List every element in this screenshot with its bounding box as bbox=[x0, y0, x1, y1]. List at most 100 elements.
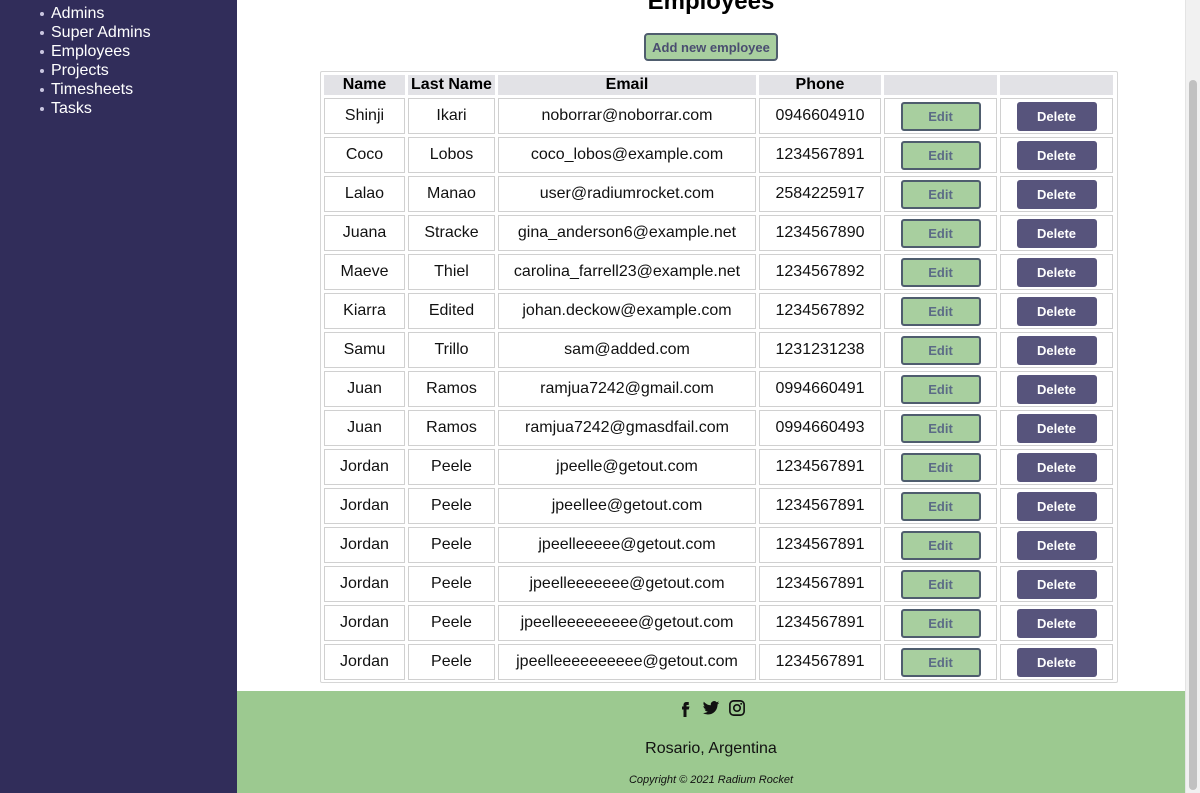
twitter-icon[interactable] bbox=[702, 699, 720, 717]
cell-edit: Edit bbox=[884, 176, 997, 212]
cell-edit: Edit bbox=[884, 215, 997, 251]
edit-button[interactable]: Edit bbox=[900, 569, 981, 599]
delete-button[interactable]: Delete bbox=[1016, 647, 1097, 677]
edit-button[interactable]: Edit bbox=[900, 374, 981, 404]
edit-button[interactable]: Edit bbox=[900, 491, 981, 521]
header-name: Name bbox=[324, 75, 405, 95]
delete-button[interactable]: Delete bbox=[1016, 101, 1097, 131]
cell-name: Juan bbox=[324, 410, 405, 446]
facebook-icon[interactable] bbox=[676, 699, 694, 717]
cell-email: gina_anderson6@example.net bbox=[498, 215, 756, 251]
cell-phone: 0994660493 bbox=[759, 410, 881, 446]
edit-button[interactable]: Edit bbox=[900, 101, 981, 131]
delete-button[interactable]: Delete bbox=[1016, 179, 1097, 209]
delete-button[interactable]: Delete bbox=[1016, 530, 1097, 560]
edit-button[interactable]: Edit bbox=[900, 257, 981, 287]
cell-delete: Delete bbox=[1000, 488, 1113, 524]
delete-button[interactable]: Delete bbox=[1016, 413, 1097, 443]
cell-delete: Delete bbox=[1000, 98, 1113, 134]
sidebar: Admins Super Admins Employees Projects T… bbox=[0, 0, 237, 793]
edit-button[interactable]: Edit bbox=[900, 647, 981, 677]
cell-edit: Edit bbox=[884, 566, 997, 602]
cell-name: Jordan bbox=[324, 605, 405, 641]
sidebar-item-label: Admins bbox=[51, 5, 105, 22]
delete-button[interactable]: Delete bbox=[1016, 335, 1097, 365]
delete-button[interactable]: Delete bbox=[1016, 452, 1097, 482]
add-employee-button[interactable]: Add new employee bbox=[644, 33, 778, 61]
footer-location: Rosario, Argentina bbox=[645, 740, 777, 757]
scrollbar-thumb[interactable] bbox=[1189, 80, 1197, 790]
cell-phone: 1234567891 bbox=[759, 527, 881, 563]
table-row: Juan Ramos ramjua7242@gmasdfail.com 0994660… bbox=[324, 410, 1113, 446]
delete-button[interactable]: Delete bbox=[1016, 608, 1097, 638]
cell-last-name: Peele bbox=[408, 644, 495, 680]
instagram-icon[interactable] bbox=[728, 699, 746, 717]
edit-button[interactable]: Edit bbox=[900, 452, 981, 482]
cell-phone: 1234567892 bbox=[759, 293, 881, 329]
employees-table-container: Name Last Name Email Phone Shinji Ikari no… bbox=[320, 71, 1118, 683]
cell-phone: 1234567892 bbox=[759, 254, 881, 290]
table-row: Jordan Peele jpeelleeeee@getout.com 1234567… bbox=[324, 527, 1113, 563]
cell-email: ramjua7242@gmasdfail.com bbox=[498, 410, 756, 446]
cell-edit: Edit bbox=[884, 488, 997, 524]
delete-button[interactable]: Delete bbox=[1016, 374, 1097, 404]
header-edit bbox=[884, 75, 997, 95]
sidebar-item-employees[interactable]: Employees bbox=[40, 42, 151, 61]
cell-email: jpeelleeeeeeeee@getout.com bbox=[498, 605, 756, 641]
table-row: Maeve Thiel carolina_farrell23@example.net… bbox=[324, 254, 1113, 290]
edit-button[interactable]: Edit bbox=[900, 140, 981, 170]
edit-button[interactable]: Edit bbox=[900, 335, 981, 365]
cell-delete: Delete bbox=[1000, 527, 1113, 563]
edit-button[interactable]: Edit bbox=[900, 608, 981, 638]
sidebar-item-super-admins[interactable]: Super Admins bbox=[40, 23, 151, 42]
cell-edit: Edit bbox=[884, 410, 997, 446]
cell-edit: Edit bbox=[884, 293, 997, 329]
sidebar-item-admins[interactable]: Admins bbox=[40, 4, 151, 23]
edit-button[interactable]: Edit bbox=[900, 413, 981, 443]
cell-email: sam@added.com bbox=[498, 332, 756, 368]
header-email: Email bbox=[498, 75, 756, 95]
sidebar-item-timesheets[interactable]: Timesheets bbox=[40, 80, 151, 99]
cell-phone: 1234567891 bbox=[759, 449, 881, 485]
cell-edit: Edit bbox=[884, 449, 997, 485]
cell-email: jpeelleeeeeeeeee@getout.com bbox=[498, 644, 756, 680]
cell-edit: Edit bbox=[884, 527, 997, 563]
cell-email: jpeellee@getout.com bbox=[498, 488, 756, 524]
cell-last-name: Thiel bbox=[408, 254, 495, 290]
table-row: Jordan Peele jpeellee@getout.com 1234567891… bbox=[324, 488, 1113, 524]
table-row: Coco Lobos coco_lobos@example.com 123456789… bbox=[324, 137, 1113, 173]
cell-delete: Delete bbox=[1000, 293, 1113, 329]
page-scrollbar[interactable] bbox=[1185, 0, 1200, 793]
cell-email: carolina_farrell23@example.net bbox=[498, 254, 756, 290]
edit-button[interactable]: Edit bbox=[900, 296, 981, 326]
delete-button[interactable]: Delete bbox=[1016, 257, 1097, 287]
delete-button[interactable]: Delete bbox=[1016, 491, 1097, 521]
page-title: Employees bbox=[647, 0, 775, 15]
cell-last-name: Ramos bbox=[408, 371, 495, 407]
edit-button[interactable]: Edit bbox=[900, 179, 981, 209]
delete-button[interactable]: Delete bbox=[1016, 569, 1097, 599]
cell-email: jpeelleeeee@getout.com bbox=[498, 527, 756, 563]
cell-phone: 0946604910 bbox=[759, 98, 881, 134]
delete-button[interactable]: Delete bbox=[1016, 140, 1097, 170]
edit-button[interactable]: Edit bbox=[900, 530, 981, 560]
sidebar-item-projects[interactable]: Projects bbox=[40, 61, 151, 80]
edit-button[interactable]: Edit bbox=[900, 218, 981, 248]
delete-button[interactable]: Delete bbox=[1016, 218, 1097, 248]
cell-name: Jordan bbox=[324, 644, 405, 680]
cell-edit: Edit bbox=[884, 137, 997, 173]
cell-last-name: Ramos bbox=[408, 410, 495, 446]
delete-button[interactable]: Delete bbox=[1016, 296, 1097, 326]
table-header-row: Name Last Name Email Phone bbox=[324, 75, 1113, 95]
cell-name: Samu bbox=[324, 332, 405, 368]
sidebar-menu: Admins Super Admins Employees Projects T… bbox=[40, 4, 151, 118]
sidebar-item-label: Super Admins bbox=[51, 24, 151, 41]
cell-last-name: Peele bbox=[408, 488, 495, 524]
cell-last-name: Ikari bbox=[408, 98, 495, 134]
sidebar-item-tasks[interactable]: Tasks bbox=[40, 99, 151, 118]
cell-delete: Delete bbox=[1000, 566, 1113, 602]
cell-email: ramjua7242@gmail.com bbox=[498, 371, 756, 407]
cell-name: Jordan bbox=[324, 566, 405, 602]
bullet-icon bbox=[40, 49, 44, 54]
cell-email: jpeelle@getout.com bbox=[498, 449, 756, 485]
